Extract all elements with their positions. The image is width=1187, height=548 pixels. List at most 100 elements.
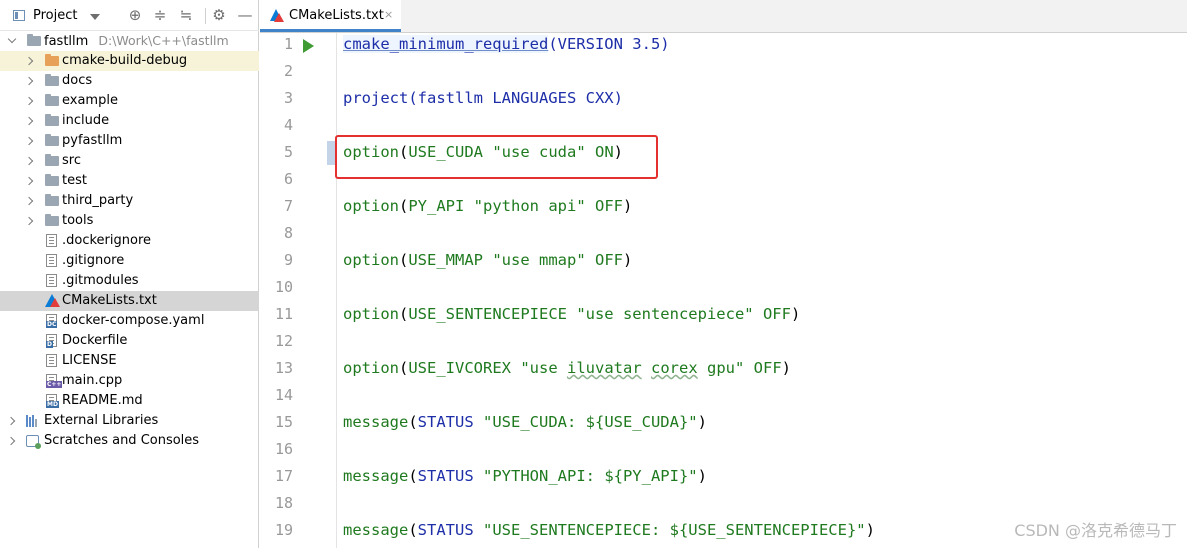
run-play-icon[interactable] [303,39,314,53]
folder-icon [45,54,59,66]
line-number: 16 [274,440,293,458]
code-line-11: option(USE_SENTENCEPIECE "use sentencepi… [343,301,800,328]
tree-item-license[interactable]: LICENSE [0,351,259,371]
line-number: 18 [274,494,293,512]
tree-item-example[interactable]: example [0,91,259,111]
chevron-right-icon[interactable] [24,56,34,66]
tree-item-third-party[interactable]: third_party [0,191,259,211]
cmake-args: (VERSION 3.5) [548,35,670,53]
tree-item-label: .gitignore [62,253,125,268]
paren: ) [697,467,707,485]
chevron-right-icon[interactable] [24,156,34,166]
tree-item-tools[interactable]: tools [0,211,259,231]
tree-item-external-libraries[interactable]: External Libraries [0,411,259,431]
tree-item-src[interactable]: src [0,151,259,171]
string-literal: "use [511,359,567,377]
folder-icon [45,134,59,146]
line-number: 6 [283,170,293,188]
line-number: 1 [283,35,293,53]
tree-item-scratches[interactable]: Scratches and Consoles [0,431,259,451]
docker-compose-file-icon: DC [46,314,58,328]
chevron-right-icon[interactable] [6,436,16,446]
project-panel: Project ⊕ ≑ ≒ ⚙ — fastllm D:\Work\C++\fas… [0,0,259,548]
code-editor[interactable]: cmake_minimum_required(VERSION 3.5) proj… [343,33,1187,548]
tree-item-dockerfile[interactable]: D Dockerfile [0,331,259,351]
string-literal: "python api" [464,197,595,215]
tree-item-label: include [62,113,110,128]
paren: ) [623,197,633,215]
cmake-icon [45,294,60,307]
tree-item-gitmodules[interactable]: .gitmodules [0,271,259,291]
paren: ( [399,359,409,377]
option-name: PY_API [408,197,465,215]
tree-item-label: Scratches and Consoles [44,433,200,448]
gear-icon[interactable]: ⚙ [211,7,227,23]
tree-item-label: External Libraries [44,413,159,428]
tree-item-label: fastllm [44,34,89,49]
expand-all-icon[interactable]: ≑ [152,7,168,23]
status-keyword: STATUS [417,413,474,431]
chevron-right-icon[interactable] [24,116,34,126]
chevron-right-icon[interactable] [6,416,16,426]
toolbar-divider [205,8,206,24]
string-literal: "use mmap" [483,251,595,269]
paren: ( [399,251,409,269]
cmake-command: option [343,251,399,269]
tree-item-test[interactable]: test [0,171,259,191]
option-name: USE_IVCOREX [408,359,511,377]
tree-item-label: .gitmodules [62,273,139,288]
folder-icon [45,174,59,186]
hide-panel-icon[interactable]: — [237,7,253,23]
project-view-title[interactable]: Project [33,8,77,23]
chevron-right-icon[interactable] [24,216,34,226]
tree-item-docker-compose[interactable]: DC docker-compose.yaml [0,311,259,331]
tree-item-cmake-build-debug[interactable]: cmake-build-debug [0,51,259,71]
option-value: OFF [762,305,791,323]
chevron-right-icon[interactable] [24,96,34,106]
status-keyword: STATUS [417,521,474,539]
tab-cmakelists[interactable]: CMakeLists.txt × [260,0,401,32]
tree-item-pyfastllm[interactable]: pyfastllm [0,131,259,151]
tree-item-cmakelists[interactable]: CMakeLists.txt [0,291,259,311]
tree-item-docs[interactable]: docs [0,71,259,91]
paren: ( [408,521,418,539]
folder-icon [27,34,41,46]
tree-item-dockerignore[interactable]: .dockerignore [0,231,259,251]
cmake-icon [270,9,284,22]
string-literal: "PYTHON_API: ${PY_API}" [473,467,698,485]
cmake-command: message [343,467,409,485]
locate-crosshair-icon[interactable]: ⊕ [127,7,143,23]
spellcheck-word: corex [651,359,698,377]
chevron-right-icon[interactable] [24,76,34,86]
line-number: 19 [274,521,293,539]
tree-item-include[interactable]: include [0,111,259,131]
cmake-command: message [343,413,409,431]
folder-icon [45,114,59,126]
chevron-right-icon[interactable] [24,176,34,186]
tree-item-label: docs [62,73,93,88]
folder-icon [45,214,59,226]
tree-item-main-cpp[interactable]: C++ main.cpp [0,371,259,391]
chevron-right-icon[interactable] [24,136,34,146]
tree-item-readme[interactable]: MD README.md [0,391,259,411]
folder-icon [45,94,59,106]
code-line-15: message(STATUS "USE_CUDA: ${USE_CUDA}") [343,409,707,436]
tree-item-fastllm[interactable]: fastllm D:\Work\C++\fastllm [0,31,259,51]
markdown-file-icon: MD [46,394,59,408]
tab-label: CMakeLists.txt [289,8,384,23]
folder-icon [45,194,59,206]
project-panel-header: Project ⊕ ≑ ≒ ⚙ — [0,0,259,31]
text-file-icon [46,254,57,267]
folder-icon [45,154,59,166]
line-number: 17 [274,467,293,485]
chevron-right-icon[interactable] [24,196,34,206]
view-selector-chevron-down-icon[interactable] [90,14,100,20]
chevron-down-icon[interactable] [7,34,17,44]
gutter-divider [336,33,337,548]
caret-line-marker [327,141,335,165]
tree-item-gitignore[interactable]: .gitignore [0,251,259,271]
cmake-command: option [343,197,399,215]
annotation-highlight-box [335,135,658,179]
close-icon[interactable]: × [384,8,393,21]
collapse-all-icon[interactable]: ≒ [178,7,194,23]
